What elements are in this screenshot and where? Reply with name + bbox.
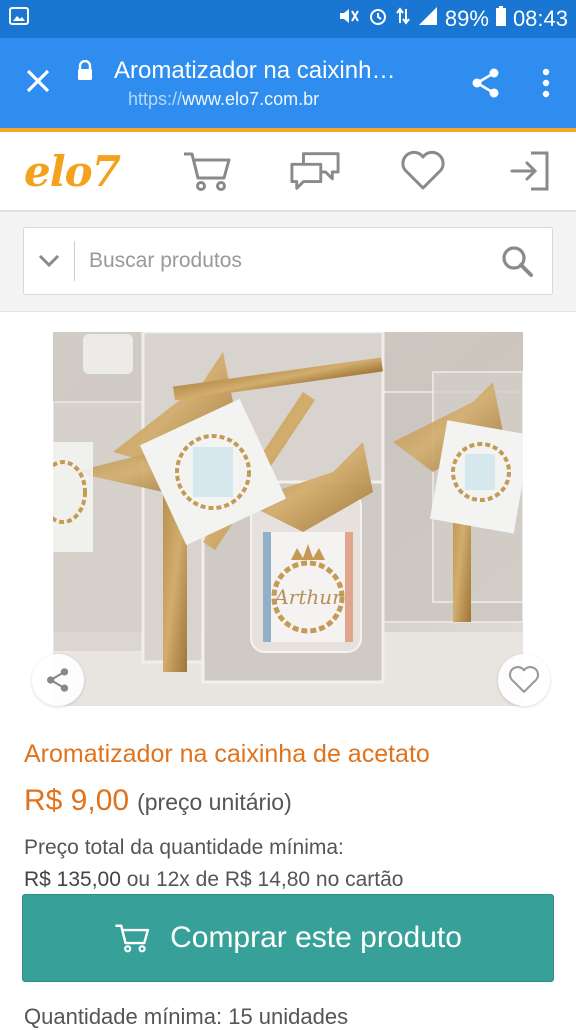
- cart-icon: [114, 922, 150, 954]
- browser-toolbar: Aromatizador na caixinha de acetato http…: [0, 38, 576, 128]
- page-url: https://www.elo7.com.br: [128, 88, 320, 109]
- battery-percent: 89%: [444, 6, 489, 31]
- divider: [74, 241, 75, 281]
- search-input[interactable]: [89, 249, 482, 273]
- data-icon: [395, 5, 411, 33]
- total-line: R$ 135,00 ou 12x de R$ 14,80 no cartão: [24, 868, 403, 892]
- close-icon: [25, 68, 51, 99]
- share-icon: [472, 68, 499, 98]
- min-quantity: Quantidade mínima: 15 unidades: [24, 1004, 349, 1029]
- buy-button[interactable]: Comprar este produto: [22, 894, 554, 982]
- site-header: elo7: [0, 132, 576, 212]
- page-title: Aromatizador na caixinha de acetato: [114, 56, 404, 84]
- cart-icon: [184, 152, 231, 191]
- mute-icon: [337, 5, 361, 33]
- search-box: [23, 227, 553, 295]
- messages-icon: [290, 152, 340, 190]
- image-share-button[interactable]: [32, 654, 84, 706]
- heart-icon: [401, 150, 445, 190]
- installments-text: ou 12x de R$ 14,80 no cartão: [120, 868, 404, 891]
- share-button[interactable]: [470, 67, 502, 99]
- min-total-label: Preço total da quantidade mínima:: [24, 836, 344, 859]
- gallery-notification-icon: [8, 5, 30, 33]
- price-note: (preço unitário): [137, 789, 292, 815]
- image-favorite-button[interactable]: [498, 654, 550, 706]
- status-bar: 89% 08:43: [0, 0, 576, 38]
- search-bar: [0, 212, 576, 312]
- favorites-button[interactable]: [398, 149, 448, 193]
- search-icon: [502, 246, 533, 277]
- more-vert-icon: [542, 68, 550, 98]
- product-price: R$ 9,00: [24, 784, 130, 817]
- alarm-icon: [367, 5, 389, 33]
- elo7-logo[interactable]: elo7: [24, 147, 154, 196]
- lock-icon: [76, 59, 94, 82]
- more-options-button[interactable]: [542, 68, 550, 98]
- login-icon: [510, 151, 549, 191]
- heart-icon: [508, 666, 540, 693]
- svg-text:Arthur: Arthur: [272, 585, 343, 609]
- messages-button[interactable]: [290, 149, 340, 193]
- cart-button[interactable]: [182, 149, 232, 193]
- signal-icon: [417, 5, 439, 33]
- battery-icon: [495, 5, 507, 33]
- category-dropdown[interactable]: [24, 254, 74, 268]
- min-total-price: R$ 135,00: [24, 868, 121, 891]
- login-button[interactable]: [506, 149, 556, 193]
- product-title: Aromatizador na caixinha de acetato: [24, 740, 430, 768]
- price-line: R$ 9,00 (preço unitário): [24, 784, 292, 818]
- share-icon: [47, 668, 69, 692]
- chevron-down-icon: [38, 254, 60, 268]
- product-image[interactable]: Arthur: [53, 332, 523, 706]
- clock: 08:43: [512, 6, 568, 31]
- close-tab-button[interactable]: [0, 68, 76, 99]
- search-button[interactable]: [482, 244, 552, 278]
- buy-button-label: Comprar este produto: [170, 921, 462, 954]
